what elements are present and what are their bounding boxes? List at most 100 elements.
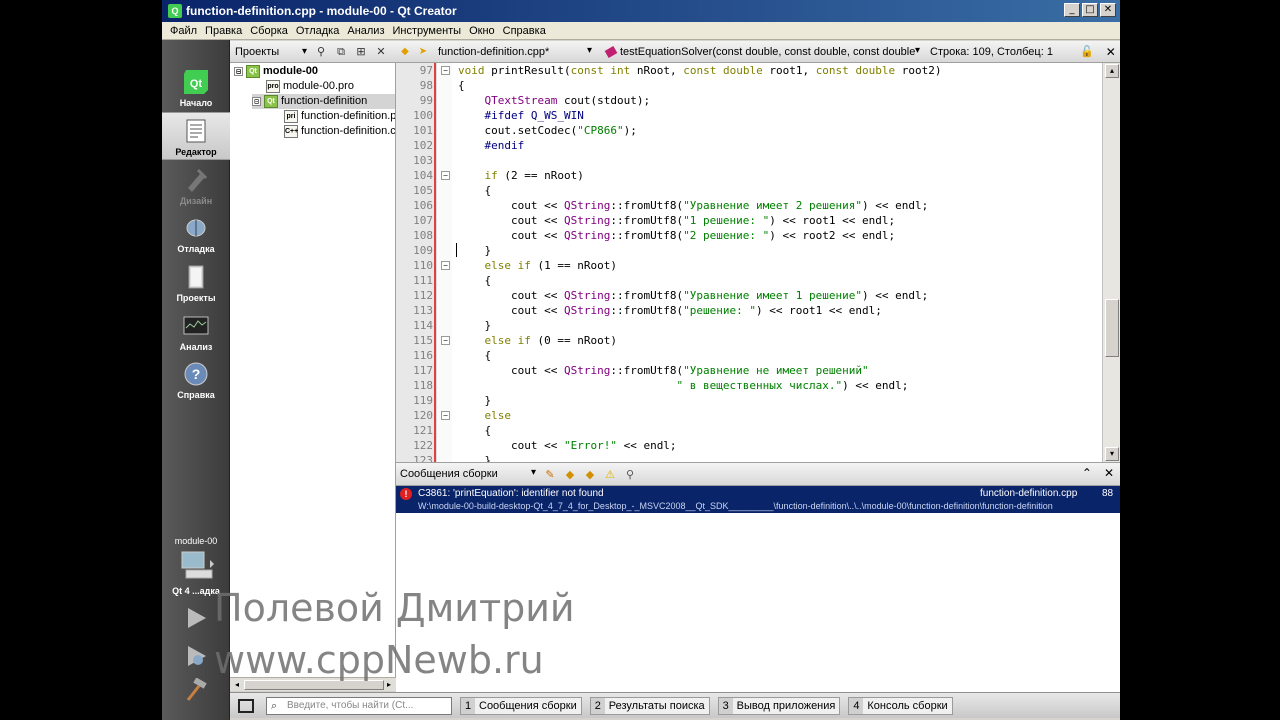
pane-tab-application-output[interactable]: 3 Вывод приложения [717, 696, 841, 715]
pane-tab-compile-output[interactable]: 4 Консоль сборки [848, 696, 953, 715]
fold-toggle-icon[interactable]: − [441, 411, 450, 420]
back-icon[interactable]: ◆ [396, 46, 414, 57]
code-text: } [458, 244, 492, 257]
fold-toggle-icon[interactable]: − [441, 171, 450, 180]
filter-icon[interactable]: ⚲ [313, 44, 329, 60]
cursor-position: Строка: 109, Столбец: 1 [930, 45, 1053, 58]
panel-close-icon[interactable]: ✕ [373, 44, 389, 60]
mode-help-label: Справка [177, 390, 215, 400]
code-text: } [458, 319, 492, 332]
fold-toggle-icon[interactable]: − [441, 336, 450, 345]
line-number: 113 [413, 304, 433, 317]
pane-tab-number: 4 [849, 697, 864, 714]
mode-welcome[interactable]: Qt Начало [162, 64, 230, 112]
mode-design[interactable]: Дизайн [162, 162, 230, 210]
menu-file[interactable]: Файл [166, 25, 201, 37]
close-document-icon[interactable]: ✕ [1106, 45, 1116, 59]
line-number: 122 [413, 439, 433, 452]
mode-editor[interactable]: Редактор [162, 112, 230, 160]
line-number: 114 [413, 319, 433, 332]
code-text: cout << QString::fromUtf8("Уравнение не … [458, 364, 869, 377]
line-number: 111 [413, 274, 433, 287]
debug-run-icon[interactable] [184, 644, 208, 668]
menu-bar: Файл Правка Сборка Отладка Анализ Инстру… [162, 22, 1120, 40]
mode-help[interactable]: ? Справка [162, 356, 230, 404]
next-issue-icon[interactable]: ◆ [580, 468, 600, 481]
menu-window[interactable]: Окно [465, 25, 499, 37]
menu-analyze[interactable]: Анализ [343, 25, 388, 37]
build-hammer-icon[interactable] [184, 678, 208, 702]
issue-path: W:\module-00-build-desktop-Qt_4_7_4_for_… [418, 501, 1053, 511]
tree-item-pro-file[interactable]: pro module-00.pro [266, 79, 354, 94]
title-bar[interactable]: Q function-definition.cpp - module-00 - … [162, 0, 1120, 22]
mode-projects[interactable]: Проекты [162, 259, 230, 307]
run-icon[interactable] [184, 606, 208, 630]
code-text: #ifdef Q_WS_WIN [484, 109, 584, 122]
maximize-button[interactable]: □ [1082, 3, 1098, 17]
projects-view-combo[interactable]: Проекты [233, 44, 309, 60]
tree-item-pri-file[interactable]: pri function-definition.pri [284, 109, 395, 124]
watermark-author: Полевой Дмитрий [214, 586, 575, 630]
toggle-sidebar-icon[interactable] [238, 698, 254, 713]
open-documents-combo[interactable]: function-definition.cpp* [438, 45, 598, 58]
locator-input[interactable]: Введите, чтобы найти (Ct... [266, 696, 452, 715]
window-title: function-definition.cpp - module-00 - Qt… [186, 4, 457, 18]
scroll-up-icon[interactable]: ▴ [1105, 64, 1119, 78]
filter-icon[interactable]: ⚲ [620, 468, 640, 481]
code-text: cout << QString::fromUtf8("Уравнение име… [458, 289, 929, 302]
pane-tab-label: Сообщения сборки [475, 697, 581, 714]
code-text: if (2 == nRoot) [484, 169, 584, 182]
pane-tab-build-messages[interactable]: 1 Сообщения сборки [460, 696, 582, 715]
mode-analyze[interactable]: Анализ [162, 308, 230, 356]
link-icon[interactable]: ⧉ [333, 44, 349, 60]
split-icon[interactable]: ⊞ [353, 44, 369, 60]
maximize-pane-icon[interactable]: ⌃ [1082, 466, 1092, 480]
collapse-icon[interactable]: ⊟ [252, 97, 261, 106]
output-pane-combo[interactable]: Сообщения сборки [400, 467, 540, 480]
watermark-url: www.cppNewb.ru [214, 638, 544, 682]
line-number: 120 [413, 409, 433, 422]
clear-output-icon[interactable]: ✎ [540, 468, 560, 481]
qt-folder-icon: Qt [264, 95, 278, 108]
menu-build[interactable]: Сборка [246, 25, 292, 37]
prev-issue-icon[interactable]: ◆ [560, 468, 580, 481]
error-icon: ! [400, 488, 412, 500]
scroll-thumb[interactable] [1105, 299, 1119, 357]
scroll-down-icon[interactable]: ▾ [1105, 447, 1119, 461]
menu-debug[interactable]: Отладка [292, 25, 343, 37]
tree-item-cpp-file[interactable]: C++ function-definition.cpp [284, 124, 395, 139]
tree-item-module-00[interactable]: ⊟ Qt module-00 [234, 64, 318, 79]
fold-toggle-icon[interactable]: − [441, 66, 450, 75]
kit-project-name: module-00 [174, 536, 218, 546]
code-text: cout << QString::fromUtf8("Уравнение име… [458, 199, 929, 212]
line-number: 115 [413, 334, 433, 347]
code-editor[interactable]: 97− void printResult(const int nRoot, con… [396, 63, 1120, 462]
minimize-button[interactable]: _ [1064, 3, 1080, 17]
fold-toggle-icon[interactable]: − [441, 261, 450, 270]
pane-tab-label: Результаты поиска [604, 697, 709, 714]
pane-tab-label: Консоль сборки [863, 697, 952, 714]
tree-item-function-definition[interactable]: ⊟ Qt function-definition [252, 94, 395, 109]
forward-icon[interactable]: ➤ [414, 46, 432, 57]
computer-icon[interactable] [180, 550, 214, 580]
menu-edit[interactable]: Правка [201, 25, 246, 37]
line-number: 101 [413, 124, 433, 137]
close-pane-icon[interactable]: ✕ [1104, 466, 1114, 480]
editor-vscrollbar[interactable]: ▴ ▾ [1102, 63, 1120, 462]
menu-help[interactable]: Справка [499, 25, 550, 37]
mode-analyze-label: Анализ [179, 342, 213, 352]
lock-icon[interactable]: 🔓 [1080, 45, 1094, 58]
warning-filter-icon[interactable]: ⚠ [600, 468, 620, 481]
mode-design-label: Дизайн [179, 196, 213, 206]
symbol-combo[interactable]: testEquationSolver(const double, const d… [606, 45, 924, 58]
code-text: else if (1 == nRoot) [484, 259, 617, 272]
menu-tools[interactable]: Инструменты [389, 25, 466, 37]
close-button[interactable]: ✕ [1100, 3, 1116, 17]
line-number: 108 [413, 229, 433, 242]
collapse-icon[interactable]: ⊟ [234, 67, 243, 76]
line-number: 97 [419, 64, 433, 77]
mode-debug[interactable]: Отладка [162, 210, 230, 258]
pane-tab-search-results[interactable]: 2 Результаты поиска [589, 696, 710, 715]
code-text: { [458, 349, 492, 362]
issue-row[interactable]: ! C3861: 'printEquation': identifier not… [396, 486, 1120, 513]
